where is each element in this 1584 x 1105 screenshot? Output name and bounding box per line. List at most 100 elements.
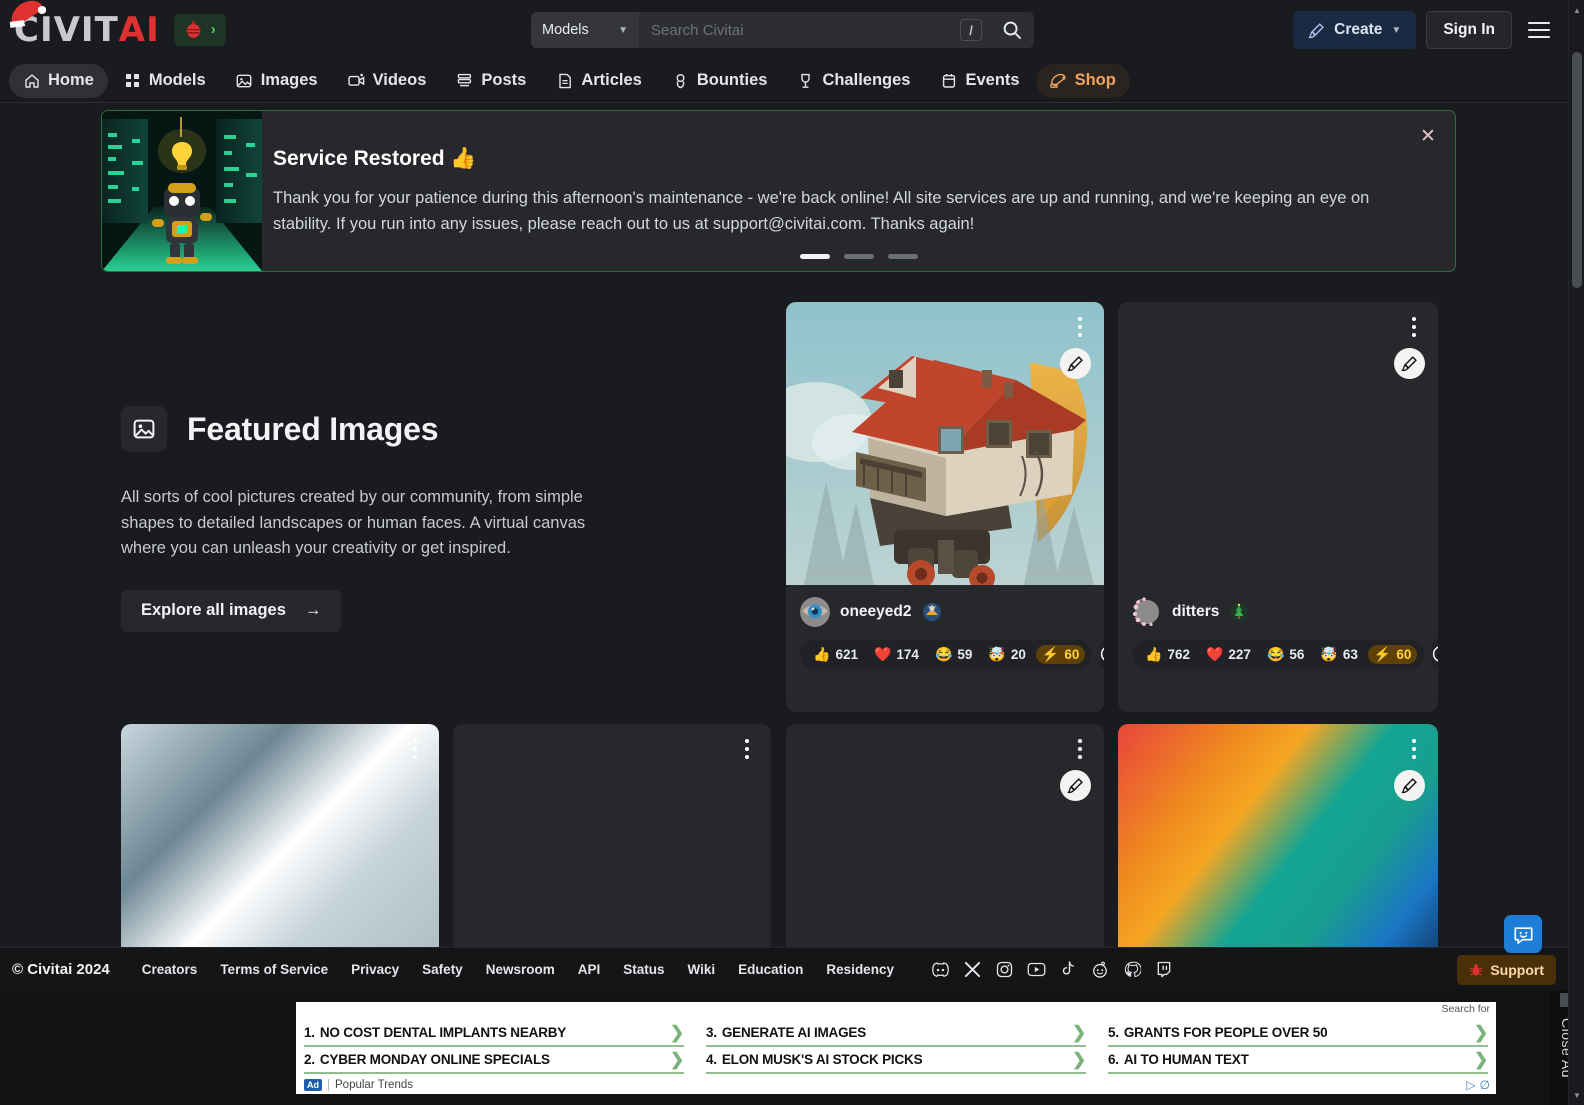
chat-support-button[interactable] [1504,915,1542,953]
nav-item-events[interactable]: Events [926,64,1033,98]
youtube-icon[interactable] [1027,960,1046,979]
carousel-dot-1[interactable] [799,254,830,259]
image-card[interactable]: oneeyed2 👍 621 ❤️ 174 😂 59 🤯 20 ⚡ 60 [786,302,1104,712]
card-image[interactable] [786,724,1104,964]
carousel-dot-3[interactable] [887,254,918,259]
footer-link-api[interactable]: API [578,962,601,977]
image-card[interactable]: ditters 👍 762 ❤️ 227 😂 56 🤯 63 ⚡ 60 [1118,302,1438,712]
nav-item-videos[interactable]: Videos [334,64,441,98]
image-card-placeholder[interactable] [453,724,771,964]
sign-in-button[interactable]: Sign In [1426,11,1512,49]
nav-item-images[interactable]: Images [222,64,332,98]
ad-item-number: 3. [706,1025,717,1040]
more-vertical-icon[interactable] [1070,314,1090,340]
search-input[interactable] [651,21,960,39]
remix-brush-button[interactable] [1060,770,1091,801]
footer-link-privacy[interactable]: Privacy [351,962,399,977]
ad-item[interactable]: 5. GRANTS FOR PEOPLE OVER 50 ❯ [1108,1020,1488,1047]
footer-link-safety[interactable]: Safety [422,962,463,977]
reaction-mind-blown[interactable]: 🤯 20 [982,645,1031,664]
card-footer: ditters 👍 762 ❤️ 227 😂 56 🤯 63 ⚡ 60 [1118,585,1438,683]
footer-link-education[interactable]: Education [738,962,803,977]
avatar[interactable] [1132,597,1162,627]
ad-item[interactable]: 1. NO COST DENTAL IMPLANTS NEARBY ❯ [304,1020,684,1047]
reaction-laugh[interactable]: 😂 59 [929,645,978,664]
hamburger-menu-icon[interactable] [1522,13,1556,47]
footer-link-terms-of-service[interactable]: Terms of Service [220,962,328,977]
search-category-select[interactable]: Models ▼ [531,12,639,48]
reaction-thumbs-up[interactable]: 👍 762 [1139,645,1196,664]
remix-brush-button[interactable] [1394,770,1425,801]
nav-item-home[interactable]: Home [9,63,108,98]
create-button[interactable]: Create ▼ [1293,11,1417,49]
support-button[interactable]: Support [1457,954,1556,985]
ad-item[interactable]: 4. ELON MUSK'S AI STOCK PICKS ❯ [706,1047,1086,1074]
card-image[interactable] [121,724,439,964]
footer-link-wiki[interactable]: Wiki [688,962,716,977]
civitai-logo[interactable]: CIVIT AI › [9,0,226,47]
info-button[interactable] [1100,639,1104,669]
nav-item-articles[interactable]: Articles [542,64,656,98]
holiday-badge-button[interactable]: › [173,13,226,46]
scrollbar-thumb[interactable] [1572,52,1582,288]
more-vertical-icon[interactable] [1070,736,1090,762]
card-image[interactable] [1118,302,1438,585]
image-card-placeholder[interactable] [121,724,439,964]
reaction-heart[interactable]: ❤️ 227 [1200,645,1257,664]
reaction-laugh[interactable]: 😂 56 [1261,645,1310,664]
nav-item-models[interactable]: Models [110,64,220,98]
ad-block-icon[interactable]: ∅ [1480,1078,1490,1092]
search-submit-button[interactable] [990,12,1034,48]
instagram-icon[interactable] [995,960,1014,979]
nav-item-posts[interactable]: Posts [442,64,540,98]
tiktok-icon[interactable] [1059,960,1078,979]
x-icon[interactable] [963,960,982,979]
card-image[interactable] [453,724,771,964]
ad-play-icon[interactable]: ▷ [1466,1078,1475,1092]
card-image[interactable] [786,302,1104,591]
footer-link-newsroom[interactable]: Newsroom [486,962,555,977]
carousel-dot-2[interactable] [843,254,874,259]
remix-brush-button[interactable] [1394,348,1425,379]
reaction-mind-blown[interactable]: 🤯 63 [1314,645,1363,664]
explore-all-images-button[interactable]: Explore all images → [121,589,342,632]
image-card-placeholder[interactable] [1118,724,1438,964]
reaction-count: 59 [957,646,973,662]
card-user-row[interactable]: oneeyed2 [800,597,1090,627]
more-vertical-icon[interactable] [1404,736,1424,762]
avatar[interactable] [800,597,830,627]
reaction-buzz[interactable]: ⚡ 60 [1367,644,1418,664]
card-reactions-row: 👍 621 ❤️ 174 😂 59 🤯 20 ⚡ 60 [800,639,1104,669]
ad-item[interactable]: 6. AI TO HUMAN TEXT ❯ [1108,1047,1488,1074]
scroll-up-icon[interactable]: ▲ [1569,2,1584,18]
twitch-icon[interactable] [1155,960,1174,979]
info-button[interactable] [1432,639,1438,669]
card-user-row[interactable]: ditters [1132,597,1424,627]
scroll-down-icon[interactable]: ▼ [1569,1087,1584,1103]
nav-item-shop[interactable]: Shop [1035,63,1130,98]
ad-item[interactable]: 3. GENERATE AI IMAGES ❯ [706,1020,1086,1047]
ad-content: Search for 1. NO COST DENTAL IMPLANTS NEA… [296,1002,1496,1094]
reaction-heart[interactable]: ❤️ 174 [868,645,925,664]
close-icon[interactable]: ✕ [1415,123,1441,149]
ad-item[interactable]: 2. CYBER MONDAY ONLINE SPECIALS ❯ [304,1047,684,1074]
more-vertical-icon[interactable] [1404,314,1424,340]
footer-link-residency[interactable]: Residency [826,962,894,977]
footer-link-status[interactable]: Status [623,962,664,977]
reaction-buzz[interactable]: ⚡ 60 [1035,644,1086,664]
footer-link-creators[interactable]: Creators [142,962,198,977]
more-vertical-icon[interactable] [737,736,757,762]
reaction-thumbs-up[interactable]: 👍 621 [807,645,864,664]
card-image[interactable] [1118,724,1438,964]
discord-icon[interactable] [931,960,950,979]
github-icon[interactable] [1123,960,1142,979]
reddit-icon[interactable] [1091,960,1110,979]
nav-item-bounties[interactable]: Bounties [658,64,782,98]
nav-item-challenges[interactable]: Challenges [783,64,924,98]
nav-label: Home [48,71,94,89]
image-card-placeholder[interactable] [786,724,1104,964]
more-vertical-icon[interactable] [405,736,425,762]
ad-control-icons[interactable]: ▷ ∅ [1466,1078,1490,1092]
remix-brush-button[interactable] [1060,348,1091,379]
page-scrollbar[interactable]: ▲ ▼ [1568,0,1584,1105]
